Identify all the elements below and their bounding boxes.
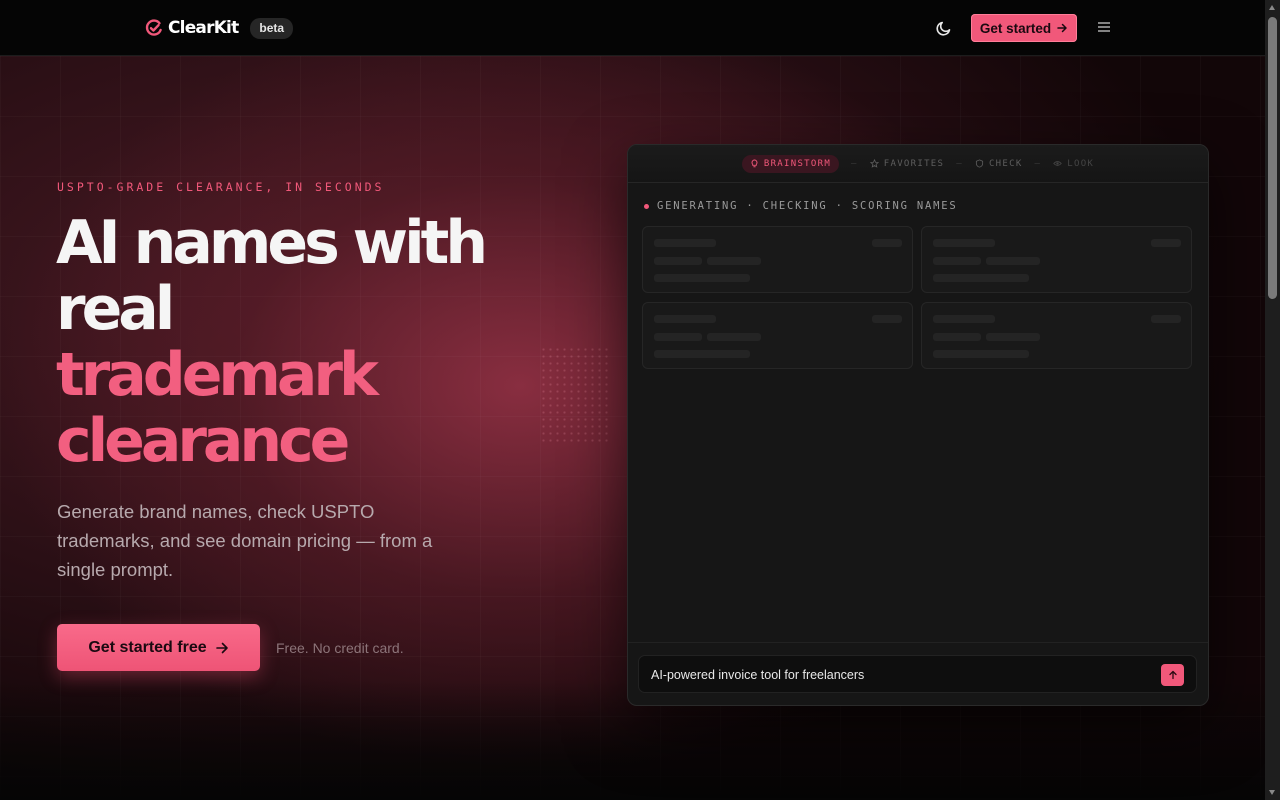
headline-line-4: clearance	[56, 406, 350, 476]
shield-icon	[975, 159, 984, 168]
skeleton-line	[933, 333, 981, 341]
skeleton-line	[707, 333, 761, 341]
tab-favorites[interactable]: FAVORITES	[869, 158, 945, 169]
tab-favorites-label: FAVORITES	[883, 158, 945, 169]
skeleton-line	[654, 274, 750, 282]
moon-icon[interactable]	[935, 19, 953, 37]
skeleton-line	[654, 315, 716, 323]
skeleton-line	[654, 350, 750, 358]
tab-separator: —	[956, 158, 963, 169]
get-started-label: Get started	[979, 20, 1052, 36]
skeleton-line	[1151, 315, 1181, 323]
brand-link[interactable]: ClearKit beta	[145, 16, 294, 40]
decorative-dots	[540, 346, 610, 446]
tab-look[interactable]: LOOK	[1053, 159, 1094, 169]
name-card-skeleton	[642, 302, 913, 369]
tab-check-label: CHECK	[988, 158, 1023, 169]
composer-divider	[628, 642, 1208, 643]
send-button[interactable]	[1161, 664, 1184, 686]
skeleton-line	[986, 333, 1040, 341]
headline-line-2: real	[56, 274, 175, 344]
arrow-up-icon	[1168, 670, 1177, 680]
skeleton-line	[654, 333, 702, 341]
name-card-skeleton	[921, 226, 1192, 293]
top-nav: ClearKit beta Get started	[0, 0, 1265, 56]
app-preview-panel: BRAINSTORM — FAVORITES — CHECK — LOOK GE…	[627, 144, 1209, 706]
skeleton-line	[1151, 239, 1181, 247]
tab-separator: —	[1034, 158, 1042, 169]
name-card-skeleton	[642, 226, 913, 293]
hamburger-menu-icon[interactable]	[1097, 20, 1111, 34]
get-started-free-label: Get started free	[88, 638, 207, 656]
scrollbar-thumb[interactable]	[1268, 17, 1277, 299]
get-started-button[interactable]: Get started	[971, 14, 1077, 42]
beta-badge: beta	[250, 17, 294, 39]
headline-line-3: trademark	[56, 340, 379, 410]
skeleton-line	[872, 239, 902, 247]
lightbulb-icon	[751, 159, 758, 168]
skeleton-line	[933, 257, 981, 265]
mode-tabs: BRAINSTORM — FAVORITES — CHECK — LOOK	[628, 145, 1208, 183]
star-icon	[869, 159, 879, 168]
generation-status: GENERATING · CHECKING · SCORING NAMES	[644, 200, 958, 212]
skeleton-line	[654, 257, 702, 265]
tab-look-label: LOOK	[1067, 158, 1095, 169]
hero-eyebrow: USPTO-GRADE CLEARANCE, IN SECONDS	[57, 180, 385, 194]
hero-subheadline: Generate brand names, check USPTO tradem…	[57, 501, 433, 580]
skeleton-line	[933, 350, 1029, 358]
skeleton-line	[872, 315, 902, 323]
page-scrollbar[interactable]	[1265, 0, 1280, 800]
cta-note: Free. No credit card.	[276, 640, 404, 656]
arrow-right-icon	[1057, 23, 1067, 33]
skeleton-line	[654, 239, 716, 247]
status-text: GENERATING · CHECKING · SCORING NAMES	[657, 200, 958, 212]
headline-line-1: AI names with	[56, 208, 488, 278]
skeleton-line	[986, 257, 1040, 265]
tab-brainstorm[interactable]: BRAINSTORM	[741, 154, 840, 173]
hero-headline: AI names with real trademark clearance	[56, 210, 526, 474]
skeleton-line	[933, 274, 1029, 282]
clearkit-logo-icon	[145, 19, 162, 36]
prompt-input-value: AI-powered invoice tool for freelancers	[651, 668, 865, 682]
skeleton-line	[933, 239, 995, 247]
scroll-down-arrow-icon[interactable]	[1269, 790, 1275, 795]
status-indicator	[644, 203, 649, 209]
skeleton-line	[933, 315, 995, 323]
tab-check[interactable]: CHECK	[975, 159, 1023, 169]
tab-brainstorm-label: BRAINSTORM	[763, 158, 832, 169]
tab-separator: —	[851, 158, 858, 169]
skeleton-line	[707, 257, 761, 265]
scroll-up-arrow-icon[interactable]	[1269, 5, 1275, 10]
prompt-input[interactable]: AI-powered invoice tool for freelancers	[638, 655, 1197, 693]
brand-name: ClearKit	[168, 18, 239, 38]
eye-icon	[1053, 161, 1063, 166]
arrow-right-icon	[215, 642, 228, 653]
name-card-skeleton	[921, 302, 1192, 369]
get-started-free-button[interactable]: Get started free	[57, 624, 260, 671]
